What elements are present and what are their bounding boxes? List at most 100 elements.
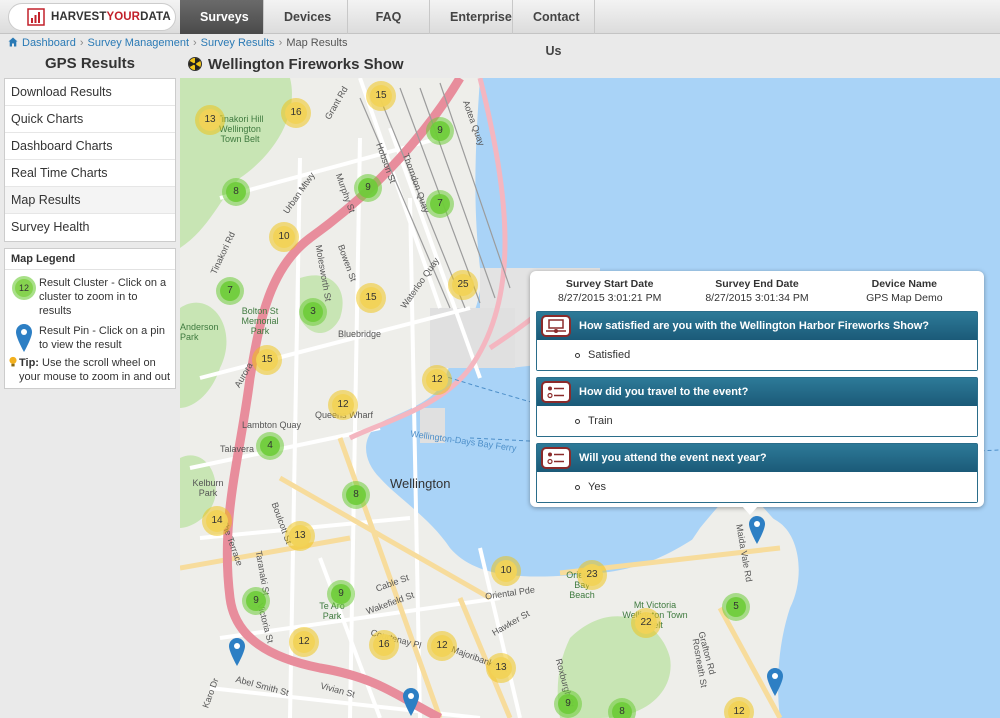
result-cluster[interactable]: 8: [608, 698, 636, 718]
result-cluster[interactable]: 14: [202, 506, 232, 536]
result-cluster[interactable]: 9: [354, 174, 382, 202]
result-cluster[interactable]: 9: [327, 580, 355, 608]
brand-name: HARVESTYOURDATA: [51, 11, 171, 23]
map-label: Kelburn Park: [192, 478, 224, 498]
answer-text: Train: [588, 415, 613, 427]
main-nav: Surveys Devices FAQ Enterprise Contact U…: [180, 0, 595, 58]
result-cluster[interactable]: 9: [426, 117, 454, 145]
result-cluster[interactable]: 7: [216, 277, 244, 305]
city-label-wellington: Wellington: [390, 476, 451, 491]
result-cluster[interactable]: 3: [299, 298, 327, 326]
nav-faq[interactable]: FAQ: [348, 0, 430, 34]
result-cluster[interactable]: 9: [554, 690, 582, 718]
map-header: Wellington Fireworks Show: [180, 50, 1000, 78]
question-block: Will you attend the event next year? Yes: [536, 443, 978, 503]
result-cluster[interactable]: 10: [491, 556, 521, 586]
result-cluster[interactable]: 12: [289, 627, 319, 657]
map-title: Wellington Fireworks Show: [208, 55, 404, 73]
result-cluster[interactable]: 7: [426, 190, 454, 218]
survey-end-label: Survey End Date: [715, 278, 799, 290]
legend-pin-row: Result Pin - Click on a pin to view the …: [5, 318, 175, 352]
result-cluster[interactable]: 16: [369, 630, 399, 660]
result-cluster[interactable]: 25: [448, 270, 478, 300]
result-pin[interactable]: [749, 516, 765, 544]
result-cluster[interactable]: 4: [256, 432, 284, 460]
map-label: Bluebridge: [338, 329, 382, 339]
legend-tip-row: Tip: Use the scroll wheel on your mouse …: [5, 352, 175, 384]
sidebar-item-survey-health[interactable]: Survey Health: [5, 214, 175, 241]
result-cluster[interactable]: 22: [631, 608, 661, 638]
device-name-label: Device Name: [871, 278, 937, 290]
legend-pin-text: Result Pin - Click on a pin to view the …: [39, 325, 165, 351]
question-block: How did you travel to the event? Train: [536, 377, 978, 437]
breadcrumb-survey-results[interactable]: Survey Results: [201, 37, 275, 49]
breadcrumb-separator: ›: [79, 37, 84, 49]
result-cluster[interactable]: 8: [342, 481, 370, 509]
result-pin[interactable]: [229, 638, 245, 666]
legend-cluster-text: Result Cluster - Click on a cluster to z…: [39, 277, 167, 317]
breadcrumb-separator: ›: [278, 37, 283, 49]
result-cluster[interactable]: 15: [356, 283, 386, 313]
result-pin[interactable]: [767, 668, 783, 696]
radiation-icon: [188, 57, 202, 71]
result-cluster[interactable]: 10: [269, 222, 299, 252]
result-popup: Survey Start Date 8/27/2015 3:01:21 PM S…: [530, 271, 984, 507]
result-cluster[interactable]: 13: [486, 653, 516, 683]
bar-chart-logo-icon: [27, 8, 45, 26]
slider-icon: [541, 315, 571, 337]
top-navigation-bar: HARVESTYOURDATA Surveys Devices FAQ Ente…: [0, 0, 1000, 58]
result-cluster[interactable]: 16: [281, 98, 311, 128]
breadcrumb-survey-management[interactable]: Survey Management: [88, 37, 190, 49]
sidebar-item-dashboard-charts[interactable]: Dashboard Charts: [5, 133, 175, 160]
sidebar: GPS Results Download Results Quick Chart…: [0, 50, 180, 718]
popup-header: Survey Start Date 8/27/2015 3:01:21 PM S…: [536, 277, 978, 311]
question-block: How satisfied are you with the Wellingto…: [536, 311, 978, 371]
lightbulb-icon: [9, 356, 17, 367]
map-pin-legend-icon: [16, 324, 32, 352]
sidebar-item-quick-charts[interactable]: Quick Charts: [5, 106, 175, 133]
result-cluster[interactable]: 5: [722, 593, 750, 621]
survey-start-label: Survey Start Date: [565, 278, 654, 290]
nav-devices[interactable]: Devices: [264, 0, 348, 34]
survey-end-value: 8/27/2015 3:01:34 PM: [705, 292, 809, 304]
sidebar-title: GPS Results: [44, 55, 136, 72]
breadcrumb: Dashboard › Survey Management › Survey R…: [8, 36, 347, 50]
map-label: Talavera: [220, 444, 255, 454]
sidebar-item-real-time-charts[interactable]: Real Time Charts: [5, 160, 175, 187]
result-cluster[interactable]: 12: [422, 365, 452, 395]
popup-pointer: [742, 506, 758, 515]
nav-surveys[interactable]: Surveys: [180, 0, 264, 34]
result-cluster[interactable]: 8: [222, 178, 250, 206]
bullet-icon: [575, 418, 580, 424]
nav-enterprise[interactable]: Enterprise: [430, 0, 513, 34]
sidebar-item-download-results[interactable]: Download Results: [5, 79, 175, 106]
result-cluster[interactable]: 13: [195, 105, 225, 135]
map-legend-title: Map Legend: [5, 249, 175, 270]
home-icon: [8, 37, 18, 50]
question-text: How did you travel to the event?: [579, 386, 749, 398]
breadcrumb-separator: ›: [193, 37, 197, 49]
cluster-legend-icon: 12: [12, 276, 36, 300]
breadcrumb-dashboard[interactable]: Dashboard: [22, 37, 76, 49]
sidebar-item-map-results[interactable]: Map Results: [5, 187, 175, 214]
nav-contact-us[interactable]: Contact Us: [513, 0, 595, 58]
result-pin[interactable]: [403, 688, 419, 716]
map-label: Bolton St Memorial Park: [241, 306, 279, 336]
result-cluster[interactable]: 23: [577, 560, 607, 590]
map-label: Lambton Quay: [242, 420, 302, 430]
result-cluster[interactable]: 13: [285, 521, 315, 551]
harvest-your-data-logo[interactable]: HARVESTYOURDATA: [8, 3, 176, 31]
answer-text: Yes: [588, 481, 606, 493]
result-cluster[interactable]: 12: [328, 390, 358, 420]
result-cluster[interactable]: 15: [366, 81, 396, 111]
map-label: Anderson Park: [180, 322, 219, 342]
breadcrumb-map-results: Map Results: [286, 37, 348, 49]
result-cluster[interactable]: 9: [242, 587, 270, 615]
survey-start-value: 8/27/2015 3:01:21 PM: [557, 292, 662, 304]
result-cluster[interactable]: 12: [427, 631, 457, 661]
sidebar-menu: Download Results Quick Charts Dashboard …: [4, 78, 176, 242]
question-text: How satisfied are you with the Wellingto…: [579, 320, 930, 332]
question-text: Will you attend the event next year?: [579, 452, 767, 464]
result-cluster[interactable]: 15: [252, 345, 282, 375]
choice-list-icon: [541, 447, 571, 469]
